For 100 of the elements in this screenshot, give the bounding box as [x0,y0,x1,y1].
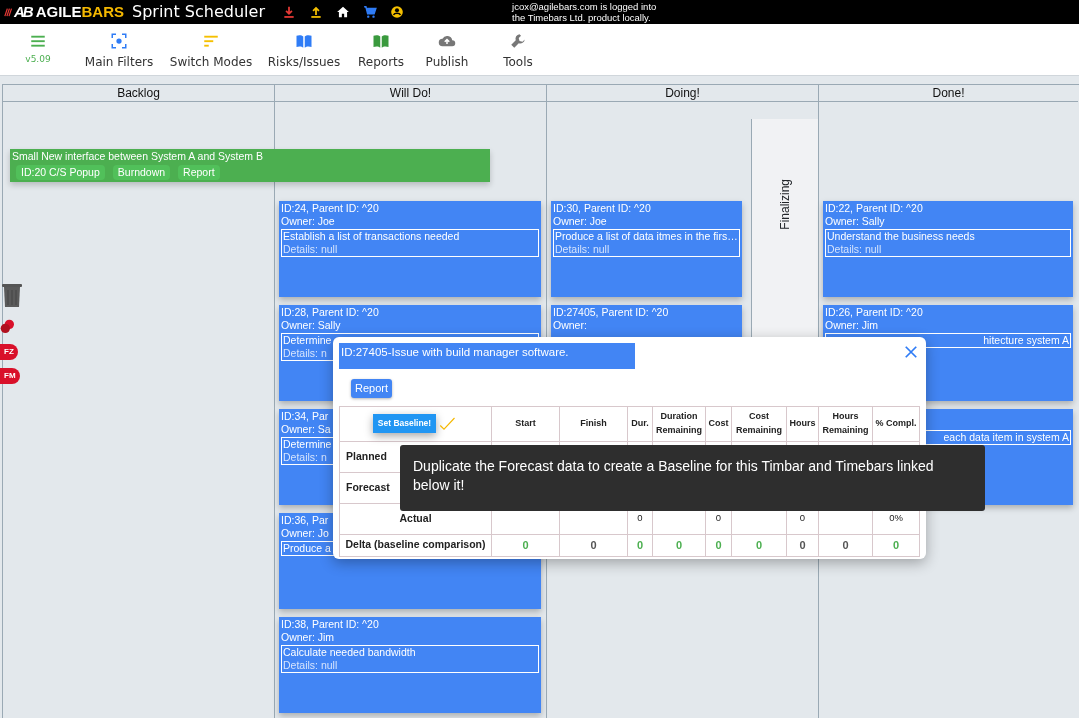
summary-button[interactable]: ID:20 C/S Popup [16,164,105,180]
card-details: Details: null [827,243,882,256]
cart-icon[interactable] [363,5,378,19]
card-owner: Owner: Sally [281,319,341,332]
report-button[interactable]: Report [351,379,393,398]
book-icon [295,32,313,50]
card-owner: Owner: Sa [281,423,331,436]
summary-button[interactable]: Burndown [112,164,171,180]
filter-tag[interactable]: FZ [0,344,18,360]
summary-title: Small New interface between System A and System B [12,149,264,164]
logo-mark: AB [14,1,32,22]
table-cell: 0 [755,538,763,551]
column-header: Will Do! [275,85,546,102]
column-header: % Compl. [872,406,920,441]
card-description: Determine [283,438,332,451]
upload-icon[interactable] [309,5,324,19]
card-title: ID:38, Parent ID: ^20 [281,618,379,631]
column-header: Doing! [547,85,818,102]
card-title: ID:34, Par [281,410,329,423]
task-card[interactable]: ID:22, Parent ID: ^20 Owner: Sally Understand the business needs Details: null [823,201,1073,297]
modal-title: ID:27405-Issue with build manager software. [339,343,635,369]
task-card[interactable]: ID:38, Parent ID: ^20 Owner: Jim Calculate needed bandwidth Details: null [279,617,541,713]
table-cell: 0 [590,538,597,551]
card-owner: Owner: Sally [825,215,885,228]
stripes-icon [4,6,14,18]
column-header: Done! [819,85,1078,102]
table-cell: 0 [522,538,529,551]
card-details: Details: n [283,451,327,464]
table-cell: 0 [799,538,806,551]
user-icon[interactable] [390,5,405,19]
card-owner: Owner: Joe [281,215,335,228]
toolbar-button[interactable]: Reports [348,24,414,75]
table-cell: 0 [799,512,806,524]
table-cell: 0 [892,538,900,551]
card-title: ID:26, Parent ID: ^20 [825,306,923,319]
card-title: ID:24, Parent ID: ^20 [281,202,379,215]
toolbar-button[interactable]: Risks/Issues [260,24,348,75]
focus-icon [110,32,128,50]
app-title: Sprint Scheduler [132,1,266,23]
card-title: ID:27405, Parent ID: ^20 [553,306,669,319]
column-header: Dur. [627,406,653,441]
task-card[interactable]: ID:30, Parent ID: ^20 Owner: Joe Produce a list of data itmes in the firs… Details: null [551,201,742,297]
column-header: Start [491,406,560,441]
summary-bar[interactable]: Small New interface between System A and System B ID:20 C/S Popup Burndown Report [10,149,490,182]
table-cell: 0 [675,538,683,551]
table-cell: 0 [715,512,722,524]
card-details: Details: null [283,659,338,672]
home-icon[interactable] [336,5,351,19]
card-description: hitecture system A [983,334,1069,347]
filter-tag[interactable]: FM [0,368,20,384]
table-cell: 0 [715,538,722,551]
card-title: ID:36, Par [281,514,329,527]
card-description: Produce a [283,542,331,555]
wrench-icon [509,32,527,50]
logo-text: AGILE [35,1,82,22]
toolbar-button[interactable]: v5.09 [0,24,76,75]
column-header: Cost [705,406,732,441]
card-description: Calculate needed bandwidth [283,646,416,659]
card-title: ID:28, Parent ID: ^20 [281,306,379,319]
table-cell: 0 [637,512,643,524]
card-owner: Owner: Jim [281,631,335,644]
card-description: each data item in system A [943,431,1069,444]
card-description: Produce a list of data itmes in the firs… [555,230,738,243]
column-header: Cost Remaining [731,406,787,441]
login-text: jcox@agilebars.com is logged into [512,1,657,12]
column-header: Finish [559,406,628,441]
card-owner: Owner: Jo [281,527,329,540]
set-baseline-button[interactable]: Set Baseline! [372,414,437,433]
summary-button[interactable]: Report [178,164,220,180]
card-owner: Owner: Joe [553,215,607,228]
card-title: ID:30, Parent ID: ^20 [553,202,651,215]
column-header: Duration Remaining [652,406,706,441]
card-owner: Owner: [553,319,587,332]
table-cell: 0% [889,512,903,524]
task-card[interactable]: ID:24, Parent ID: ^20 Owner: Joe Establish a list of transactions needed Details: null [279,201,541,297]
column-header: Hours [786,406,819,441]
tooltip: Duplicate the Forecast data to create a Baseline for this Timbar and Timebars linked below it! [400,445,985,511]
card-owner: Owner: Jim [825,319,879,332]
card-details: Details: n [283,347,327,360]
table-cell: 0 [636,538,644,551]
row-label: Delta (baseline comparison) [339,534,492,556]
column-header: Backlog [3,85,274,102]
card-details: Details: null [283,243,338,256]
close-icon[interactable] [904,345,918,359]
download-icon[interactable] [282,5,297,19]
toolbar-button[interactable]: Tools [480,24,556,75]
logo-text: BARS [81,1,125,22]
card-description: Understand the business needs [827,230,975,243]
toolbar-button[interactable]: Switch Modes [162,24,260,75]
card-details: Details: null [555,243,610,256]
book-icon [372,32,390,50]
toolbar-button[interactable]: Publish [414,24,480,75]
table-cell: 0 [842,538,849,551]
login-text: the Timebars Ltd. product locally. [512,12,652,23]
toolbar-button[interactable]: Main Filters [76,24,162,75]
card-description: Establish a list of transactions needed [283,230,460,243]
card-description: Determine [283,334,332,347]
card-title: ID:22, Parent ID: ^20 [825,202,923,215]
lane-label: Finalizing [776,179,793,230]
column-header: Hours Remaining [818,406,873,441]
